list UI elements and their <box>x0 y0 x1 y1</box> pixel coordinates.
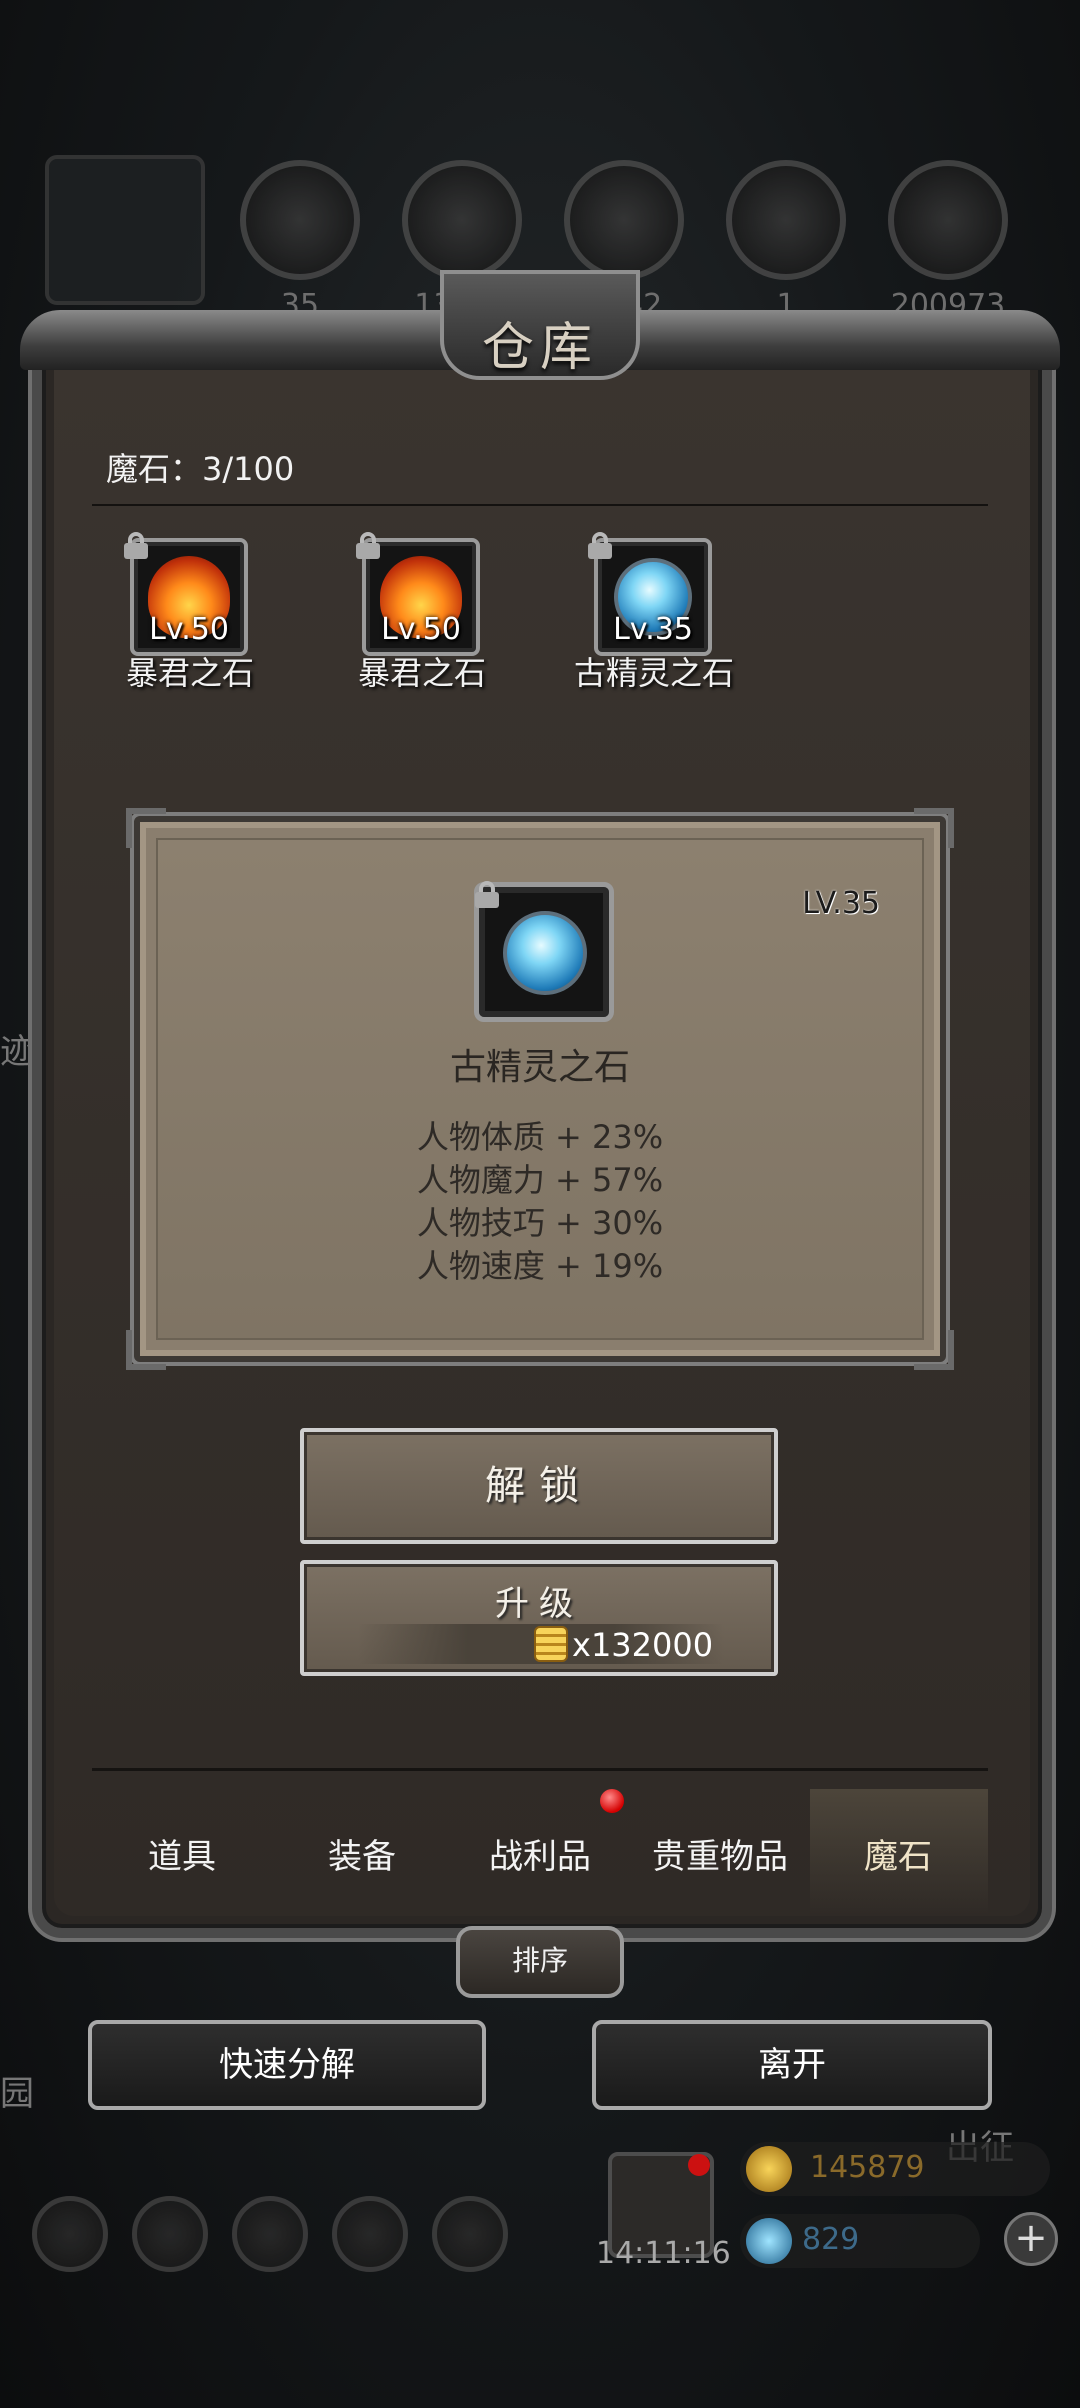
stone-item-selected[interactable]: Lv.35 古精灵之石 <box>550 532 734 696</box>
sort-button[interactable]: 排序 <box>456 1926 624 1998</box>
ice-stone-icon <box>503 911 587 995</box>
stone-name: 暴君之石 <box>125 654 254 692</box>
leather-resource-icon <box>240 160 360 280</box>
stat-line: 人物体质 + 23% <box>416 1118 664 1156</box>
gem-amount: 829 <box>802 2222 860 2257</box>
panel-title: 仓库 <box>481 318 598 378</box>
gold-currency: 145879 <box>740 2142 1050 2196</box>
stat-line: 人物技巧 + 30% <box>416 1204 664 1242</box>
bottom-menu-icons <box>30 2196 530 2276</box>
unlock-button[interactable]: 解锁 <box>300 1428 778 1544</box>
lock-icon <box>354 532 382 559</box>
gold-amount: 145879 <box>810 2150 925 2185</box>
lock-icon <box>586 532 614 559</box>
stone-name: 古精灵之石 <box>573 654 734 692</box>
notification-dot <box>600 1789 624 1813</box>
detail-stone-frame <box>473 881 614 1022</box>
tab-magic-stones[interactable]: 魔石 <box>808 1829 988 1878</box>
gold-coin-icon <box>534 1626 568 1662</box>
card-corner-ornament <box>126 808 166 848</box>
capacity-divider <box>92 504 988 506</box>
add-currency-button[interactable]: + <box>1004 2212 1058 2266</box>
lock-icon <box>473 881 501 908</box>
steel-resource-icon <box>888 160 1008 280</box>
tab-loot[interactable]: 战利品 <box>450 1829 630 1878</box>
lock-icon <box>122 532 150 559</box>
stone-level: Lv.35 <box>613 612 693 647</box>
stone-level: Lv.50 <box>149 612 229 647</box>
upgrade-cost: x132000 <box>572 1626 714 1664</box>
box-icon[interactable] <box>432 2196 508 2272</box>
upgrade-cost-bar: x132000 <box>358 1624 724 1664</box>
unlock-button-label: 解锁 <box>485 1463 593 1509</box>
settings-icon[interactable] <box>32 2196 108 2272</box>
magic-stone-capacity: 魔石：3/100 <box>106 450 295 488</box>
tab-equipment[interactable]: 装备 <box>272 1829 452 1878</box>
castle-icon[interactable] <box>232 2196 308 2272</box>
upgrade-button-label: 升级 <box>495 1584 583 1624</box>
stone-item[interactable]: Lv.50 暴君之石 <box>318 532 498 696</box>
stone-name: 暴君之石 <box>357 654 486 692</box>
card-corner-ornament <box>126 1330 166 1370</box>
stone-level: Lv.50 <box>381 612 461 647</box>
quick-dismantle-button[interactable]: 快速分解 <box>88 2020 486 2110</box>
wood-resource-icon <box>402 160 522 280</box>
tab-valuables[interactable]: 贵重物品 <box>630 1829 810 1878</box>
stat-line: 人物速度 + 19% <box>416 1247 664 1285</box>
crystal-resource-icon <box>726 160 846 280</box>
card-corner-ornament <box>914 1330 954 1370</box>
stone-item[interactable]: Lv.50 暴君之石 <box>86 532 266 696</box>
notification-dot <box>688 2154 710 2176</box>
background-side-label: 迹 <box>0 1032 34 1072</box>
card-corner-ornament <box>914 808 954 848</box>
warehouse-tabs: 道具 装备 战利品 贵重物品 魔石 <box>92 1768 988 1915</box>
upgrade-button[interactable]: 升级 x132000 <box>300 1560 778 1676</box>
tab-items[interactable]: 道具 <box>92 1829 272 1878</box>
gold-coin-icon <box>746 2146 792 2192</box>
background-side-label: 园 <box>0 2074 34 2114</box>
stat-line: 人物魔力 + 57% <box>416 1161 664 1199</box>
iron-resource-icon <box>564 160 684 280</box>
gem-currency: 829 <box>740 2214 980 2268</box>
achievement-icon[interactable] <box>132 2196 208 2272</box>
detail-stone-name: 古精灵之石 <box>449 1047 630 1088</box>
event-timer: 14:11:16 <box>596 2236 731 2271</box>
detail-level: LV.35 <box>802 886 880 921</box>
stone-detail-card: LV.35 古精灵之石 人物体质 + 23% 人物魔力 + 57% 人物技巧 +… <box>126 808 954 1370</box>
mail-icon[interactable] <box>332 2196 408 2272</box>
gem-icon <box>746 2218 792 2264</box>
leave-button[interactable]: 离开 <box>592 2020 992 2110</box>
